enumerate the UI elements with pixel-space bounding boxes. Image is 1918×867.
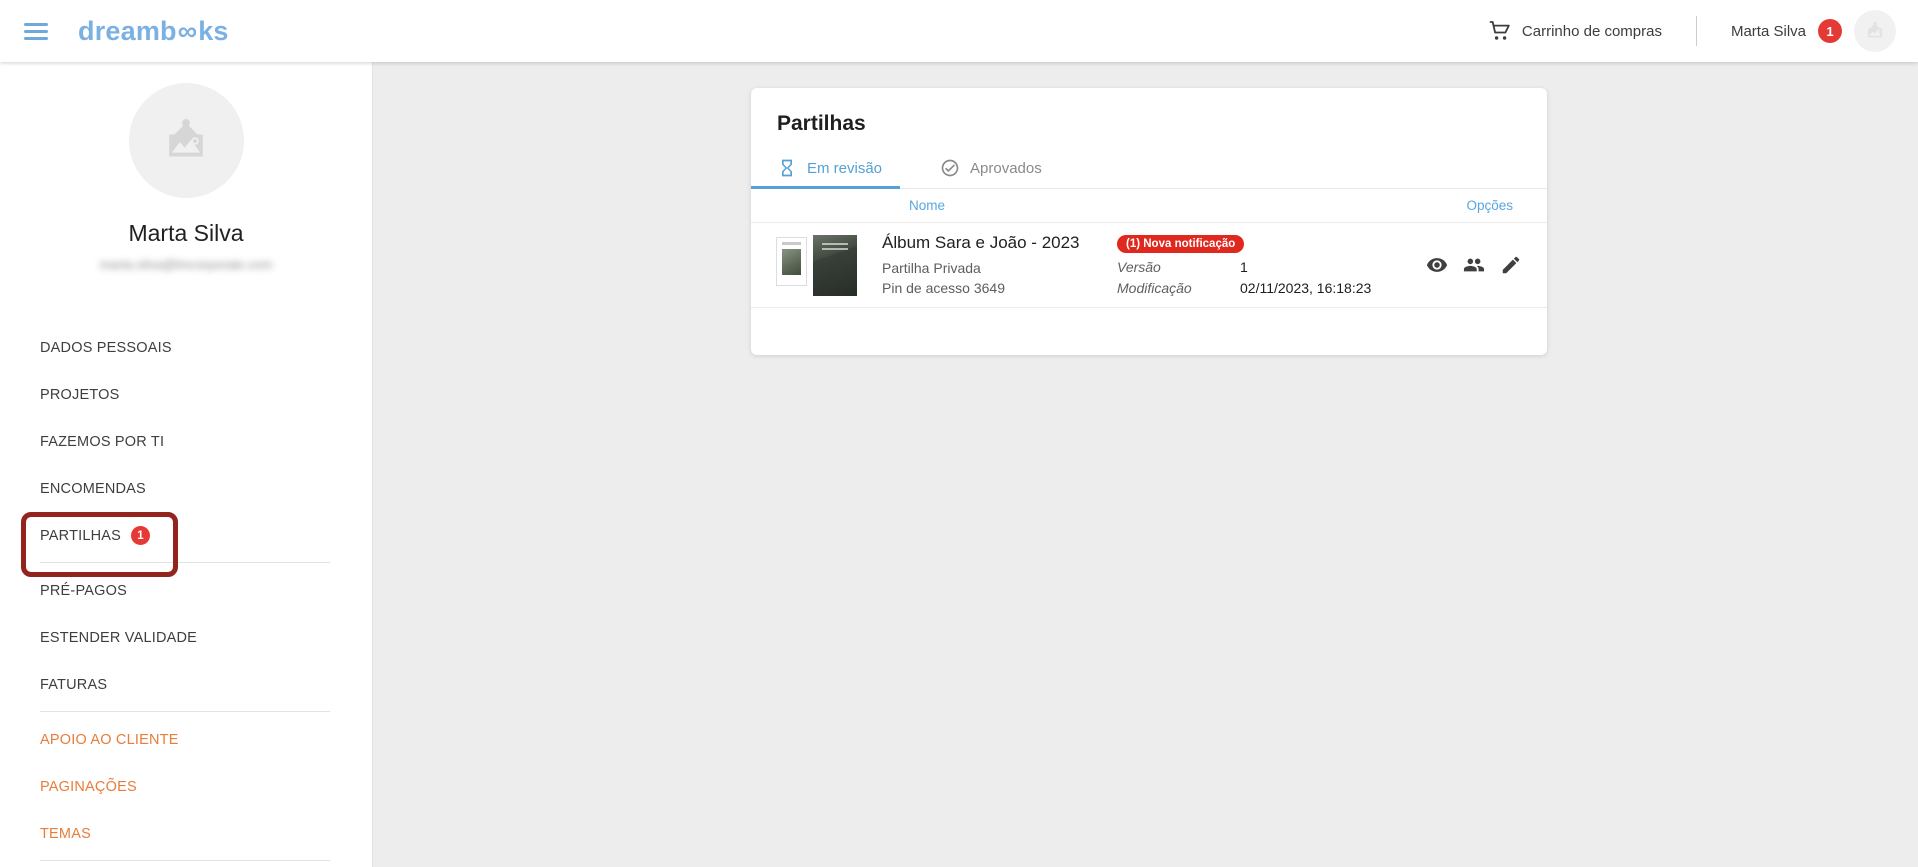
partilhas-card: Partilhas Em revisão Aprovados [751, 88, 1547, 355]
profile-avatar[interactable] [129, 83, 244, 198]
people-icon[interactable] [1463, 254, 1485, 276]
column-header-nome[interactable]: Nome [909, 198, 945, 213]
sidebar-item-encomendas[interactable]: ENCOMENDAS [0, 465, 372, 512]
modified-label: Modificação [1117, 280, 1240, 296]
sidebar-item-fazemos-por-ti[interactable]: FAZEMOS POR TI [0, 418, 372, 465]
sidebar-item-label: PRÉ-PAGOS [40, 583, 127, 599]
album-back-cover-thumbnail [776, 237, 807, 286]
eye-icon[interactable] [1426, 254, 1448, 276]
sidebar-item-apoio-ao-cliente[interactable]: APOIO AO CLIENTE [0, 716, 372, 763]
sidebar-item-label: PARTILHAS [40, 528, 121, 544]
page-body: Marta Silva marta.silva@lmcorporate.com … [0, 62, 1918, 867]
sidebar-item-faturas[interactable]: FATURAS [0, 661, 372, 708]
avatar-placeholder-icon [1862, 18, 1888, 44]
pencil-icon[interactable] [1500, 254, 1522, 276]
profile-email-redacted: marta.silva@lmcorporate.com [0, 257, 372, 272]
sidebar-item-label: DADOS PESSOAIS [40, 340, 172, 356]
app-window: dreamb ∞ ks Carrinho de compras Marta Si… [0, 0, 1918, 867]
column-header-opcoes[interactable]: Opções [1466, 198, 1513, 213]
version-label: Versão [1117, 259, 1240, 275]
topbar: dreamb ∞ ks Carrinho de compras Marta Si… [0, 0, 1918, 62]
topbar-right: Carrinho de compras Marta Silva 1 [1488, 10, 1896, 52]
version-value: 1 [1240, 259, 1389, 275]
tab-label: Aprovados [970, 160, 1042, 177]
dreambooks-logo[interactable]: dreamb ∞ ks [78, 16, 229, 47]
tab-bar: Em revisão Aprovados [751, 148, 1547, 189]
sidebar-item-dados-pessoais[interactable]: DADOS PESSOAIS [0, 324, 372, 371]
new-notification-badge: (1) Nova notificação [1117, 235, 1244, 253]
cart-label: Carrinho de compras [1522, 23, 1662, 40]
sidebar-item-label: FAZEMOS POR TI [40, 434, 164, 450]
share-meta-grid: Versão 1 Modificação 02/11/2023, 16:18:2… [1117, 259, 1389, 296]
tab-label: Em revisão [807, 160, 882, 177]
sidebar-item-label: PAGINAÇÕES [40, 779, 137, 795]
user-notification-badge: 1 [1818, 19, 1842, 43]
hourglass-icon [777, 158, 797, 178]
sidebar-item-projetos[interactable]: PROJETOS [0, 371, 372, 418]
sidebar-item-label: TEMAS [40, 826, 91, 842]
sidebar-item-label: ESTENDER VALIDADE [40, 630, 197, 646]
cart-icon [1488, 19, 1512, 43]
sidebar-item-label: FATURAS [40, 677, 107, 693]
menu-icon[interactable] [24, 23, 48, 40]
logo-text-part1: dreamb [78, 16, 177, 47]
album-thumbnails [776, 235, 882, 296]
logo-text-part2: ks [198, 16, 228, 47]
share-title: Álbum Sara e João - 2023 [882, 233, 1117, 253]
tab-em-revisao[interactable]: Em revisão [751, 148, 900, 188]
profile-name: Marta Silva [0, 220, 372, 247]
topbar-divider [1696, 16, 1697, 46]
album-front-cover-thumbnail [813, 235, 857, 296]
sidebar-item-label: PROJETOS [40, 387, 120, 403]
sidebar: Marta Silva marta.silva@lmcorporate.com … [0, 62, 373, 867]
cart-button[interactable]: Carrinho de compras [1488, 19, 1662, 43]
table-row[interactable]: Álbum Sara e João - 2023 Partilha Privad… [751, 223, 1547, 308]
avatar[interactable] [1854, 10, 1896, 52]
row-options [1426, 254, 1522, 276]
sidebar-item-paginacoes[interactable]: PAGINAÇÕES [0, 763, 372, 810]
modified-value: 02/11/2023, 16:18:23 [1240, 280, 1389, 296]
sidebar-item-partilhas[interactable]: PARTILHAS 1 [0, 512, 372, 559]
tab-aprovados[interactable]: Aprovados [940, 148, 1058, 188]
nav-divider [40, 711, 330, 712]
page-title: Partilhas [777, 112, 1547, 136]
main-content: Partilhas Em revisão Aprovados [373, 62, 1918, 867]
sidebar-item-label: ENCOMENDAS [40, 481, 146, 497]
share-type: Partilha Privada [882, 258, 1117, 278]
avatar-placeholder-icon [155, 110, 217, 172]
sidebar-item-pre-pagos[interactable]: PRÉ-PAGOS [0, 567, 372, 614]
sidebar-nav: DADOS PESSOAIS PROJETOS FAZEMOS POR TI E… [0, 324, 372, 861]
nav-divider [40, 860, 330, 861]
share-access-pin: Pin de acesso 3649 [882, 278, 1117, 298]
table-header: Nome Opções [751, 189, 1547, 223]
sidebar-item-label: APOIO AO CLIENTE [40, 732, 179, 748]
share-meta: (1) Nova notificação Versão 1 Modificaçã… [1117, 234, 1389, 296]
partilhas-count-badge: 1 [131, 526, 150, 545]
sidebar-item-temas[interactable]: TEMAS [0, 810, 372, 857]
sidebar-item-estender-validade[interactable]: ESTENDER VALIDADE [0, 614, 372, 661]
nav-divider [40, 562, 330, 563]
user-name: Marta Silva [1731, 23, 1806, 40]
infinity-icon: ∞ [177, 16, 198, 47]
share-info: Álbum Sara e João - 2023 Partilha Privad… [882, 233, 1117, 298]
check-circle-icon [940, 158, 960, 178]
user-menu[interactable]: Marta Silva 1 [1731, 10, 1896, 52]
